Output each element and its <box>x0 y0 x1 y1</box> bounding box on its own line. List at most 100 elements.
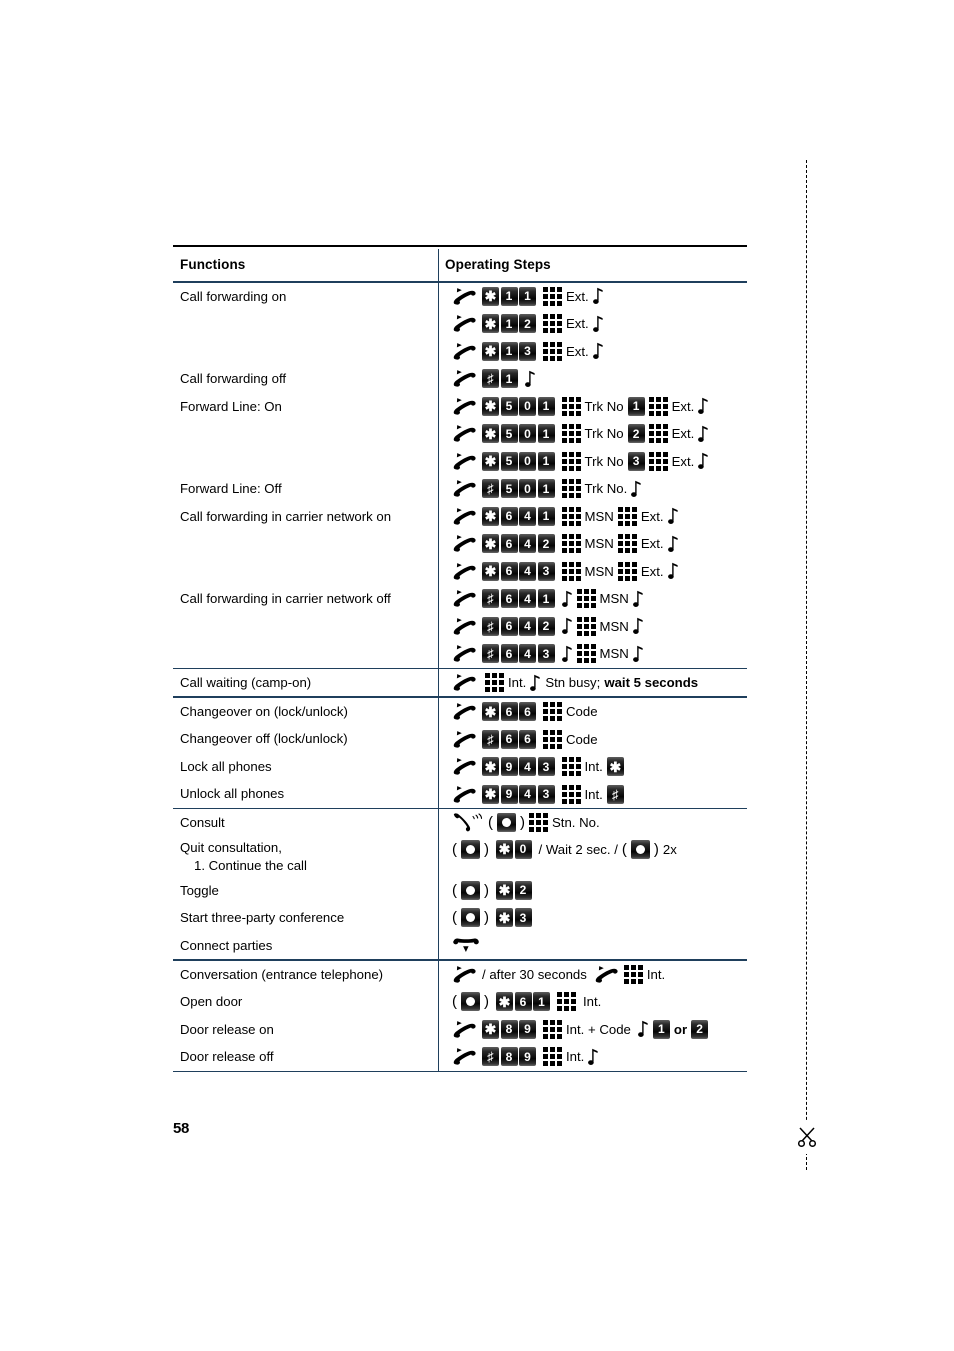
handset-offhook-icon <box>452 314 478 333</box>
row-operating-steps: ♯ 1 <box>438 369 747 389</box>
table-row: Open door ( ) ✱ 6 1 Int. <box>173 988 747 1016</box>
key-digit: 4 <box>519 589 536 609</box>
row-operating-steps: ♯ 8 9 Int. <box>438 1047 747 1067</box>
step-label: MSN <box>599 591 629 607</box>
or-label: or <box>673 1021 688 1037</box>
key-digit: 0 <box>519 479 536 499</box>
key-sequence: ♯ 8 9 <box>482 1047 536 1067</box>
keypad-icon <box>617 506 637 526</box>
row-function-line-2: 1. Continue the call <box>194 857 307 873</box>
key-digit: 6 <box>519 729 536 749</box>
row-operating-steps: ( ) ✱ 0 / Wait 2 sec. / ( ) 2x <box>438 837 747 859</box>
header-operating-steps: Operating Steps <box>445 257 551 272</box>
handset-wave-icon <box>452 813 484 832</box>
table-row: Door release on ✱ 8 9 Int. + Code 1 or 2 <box>173 1016 747 1044</box>
key-sequence: ✱ 6 1 <box>496 992 550 1012</box>
keypad-icon <box>543 1047 562 1067</box>
key-digit: 2 <box>514 880 532 900</box>
handset-offhook-icon <box>452 617 478 636</box>
paren-close: ) <box>520 814 525 832</box>
key-digit: 1 <box>537 506 555 526</box>
key-hash: ♯ <box>482 729 499 749</box>
row-operating-steps: ♯ 5 0 1 Trk No. <box>438 479 747 499</box>
handset-offhook-icon <box>452 730 478 749</box>
step-label: Code <box>566 731 598 747</box>
key-digit: 1 <box>537 396 555 416</box>
paren-close: ) <box>653 840 659 858</box>
tone-note-icon <box>667 535 679 553</box>
table-row: Toggle ( ) ✱ 2 <box>173 877 747 905</box>
key-sequence: ♯ 6 4 2 <box>482 616 555 636</box>
document-page: Functions Operating Steps Call forwardin… <box>0 0 954 1351</box>
key-digit: 6 <box>500 616 518 636</box>
row-operating-steps: ( ) ✱ 6 1 Int. <box>438 992 747 1012</box>
table-row: Call forwarding on ✱ 1 1 Ext. <box>173 283 747 311</box>
key-digit: 1 <box>533 992 550 1012</box>
key-sequence: ✱ 1 3 <box>482 341 536 361</box>
key-digit: 9 <box>519 1047 536 1067</box>
paren-open: ( <box>452 909 457 927</box>
key-star: ✱ <box>482 314 499 334</box>
row-function-label: Forward Line: On <box>180 398 282 414</box>
key-digit: 8 <box>500 1047 518 1067</box>
table-row: ♯ 6 4 2 MSN <box>173 613 747 641</box>
key-digit: 0 <box>519 396 536 416</box>
keypad-icon <box>561 396 581 416</box>
key-digit: 4 <box>519 644 536 664</box>
table-row: ✱ 1 3 Ext. <box>173 338 747 366</box>
cut-guide-line <box>806 160 807 1170</box>
keypad-icon <box>557 992 576 1012</box>
table-group-door: Conversation (entrance telephone) / afte… <box>173 961 747 1071</box>
table-row: Call waiting (camp-on) Int. Stn busy; wa… <box>173 669 747 697</box>
handset-offhook-icon <box>594 965 620 984</box>
tone-note-icon <box>632 645 644 663</box>
step-label: Int. <box>508 675 527 691</box>
step-label: MSN <box>599 646 629 662</box>
paren-open: ( <box>621 840 627 858</box>
keypad-icon <box>485 673 504 693</box>
row-operating-steps: ✱ 5 0 1 Trk No 2 Ext. <box>438 424 747 444</box>
key-digit: 3 <box>537 757 555 777</box>
tone-note-icon <box>698 397 709 415</box>
row-operating-steps: ✱ 6 4 3 MSN Ext. <box>438 561 747 581</box>
table-row: Changeover on (lock/unlock) ✱ 6 6 Code <box>173 698 747 726</box>
key-hash: ♯ <box>482 479 499 499</box>
key-digit: 4 <box>519 561 536 581</box>
keypad-icon <box>543 286 562 306</box>
key-digit: 1 <box>537 424 555 444</box>
row-function-label: Lock all phones <box>180 758 272 774</box>
row-operating-steps: ✱ 6 4 1 MSN Ext. <box>438 506 747 526</box>
key-digit: 9 <box>519 1019 536 1039</box>
key-sequence: ✱ 0 <box>496 839 532 859</box>
handset-offhook-icon <box>452 424 478 443</box>
step-label: Trk No <box>584 453 624 469</box>
row-function-line-1: Quit consultation, <box>180 839 282 855</box>
step-label: Int. <box>566 1049 585 1065</box>
key-digit: 5 <box>500 479 518 499</box>
row-operating-steps: / after 30 seconds Int. <box>438 964 747 984</box>
table-bottom-rule <box>173 1070 747 1072</box>
handset-offhook-icon <box>452 507 478 526</box>
handset-offhook-icon <box>452 534 478 553</box>
key-digit: 6 <box>500 589 518 609</box>
table-row: ♯ 6 4 3 MSN <box>173 640 747 668</box>
step-label-emphasis: wait 5 seconds <box>604 675 699 691</box>
row-operating-steps: ♯ 6 4 3 MSN <box>438 644 747 664</box>
key-digit: 6 <box>519 702 536 722</box>
handset-offhook-icon <box>452 965 478 984</box>
keypad-icon <box>561 561 581 581</box>
key-digit: 6 <box>500 644 518 664</box>
table-row: Quit consultation, 1. Continue the call … <box>173 837 747 877</box>
table-row: ✱ 6 4 3 MSN Ext. <box>173 558 747 586</box>
step-label: MSN <box>599 618 629 634</box>
key-digit: 9 <box>500 757 518 777</box>
handset-offhook-icon <box>452 1020 478 1039</box>
step-label: Code <box>566 704 598 720</box>
table-row: Call forwarding in carrier network on ✱ … <box>173 503 747 531</box>
row-function-label: Changeover off (lock/unlock) <box>180 731 348 747</box>
paren-open: ( <box>452 881 457 899</box>
key-star: ✱ <box>482 534 499 554</box>
row-operating-steps: ♯ 6 6 Code <box>438 729 747 749</box>
key-digit: 0 <box>514 839 532 859</box>
key-digit: 1 <box>537 479 555 499</box>
